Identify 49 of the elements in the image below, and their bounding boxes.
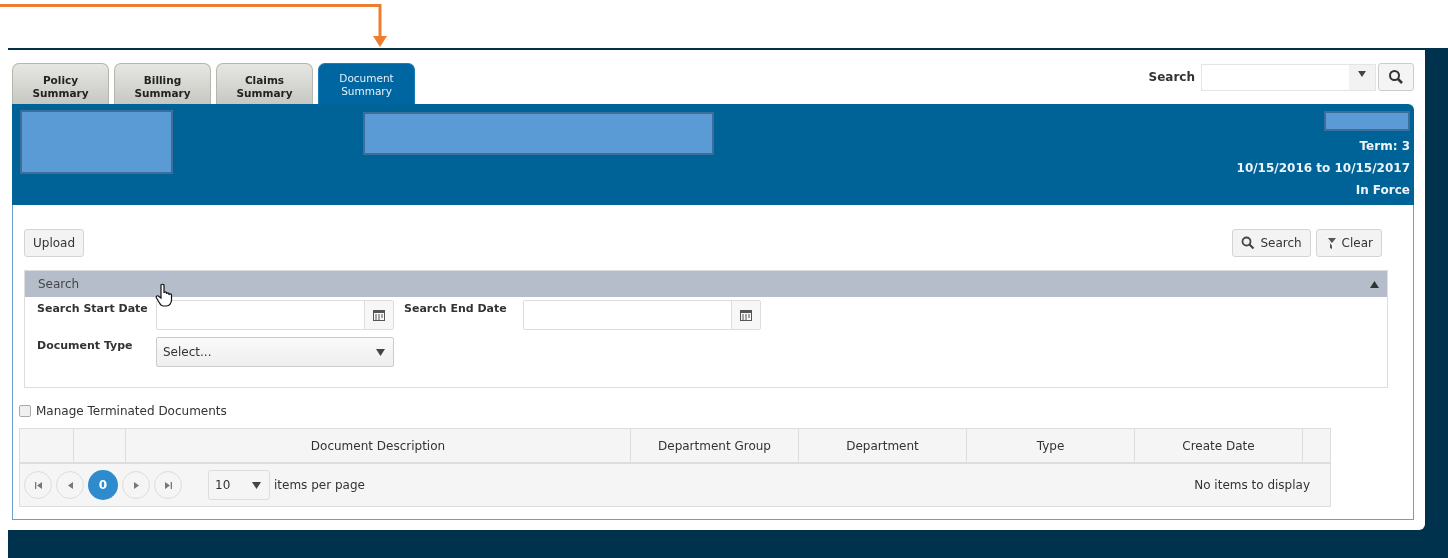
upload-button[interactable]: Upload	[24, 229, 85, 257]
checkbox[interactable]	[19, 405, 31, 417]
page-size-select[interactable]: 10	[208, 470, 270, 500]
dropdown-button[interactable]	[1349, 64, 1375, 90]
last-page-icon	[164, 481, 172, 489]
collapse-arrow-icon[interactable]	[1370, 280, 1379, 288]
search-button[interactable]	[1378, 63, 1414, 91]
policy-status: In Force	[1355, 182, 1410, 199]
search-icon	[1241, 236, 1256, 250]
term-label: Term: 3	[1359, 138, 1410, 155]
tab[interactable]: Document Summary	[318, 63, 415, 104]
page-number[interactable]: 0	[88, 470, 118, 500]
caret-down-icon	[1358, 70, 1366, 77]
select-field[interactable]: Select...	[156, 337, 394, 367]
date-field[interactable]	[156, 300, 394, 330]
column-header: Type	[967, 429, 1135, 462]
field-label: Document Type	[37, 338, 134, 352]
search-field[interactable]	[1201, 63, 1376, 91]
search-icon	[1388, 69, 1404, 85]
checkbox-label: Manage Terminated Documents	[36, 404, 227, 418]
tab[interactable]: Claims Summary	[216, 63, 313, 104]
clear-filter-icon	[1324, 236, 1337, 250]
tab[interactable]: Billing Summary	[114, 63, 211, 104]
pager-status: No items to display	[1194, 478, 1310, 492]
search-label: Search	[1148, 70, 1195, 84]
clear-button[interactable]: Clear	[1315, 229, 1382, 257]
search-button[interactable]: Search	[1232, 229, 1311, 257]
column-header: Department	[799, 429, 967, 462]
pointer-cursor-icon	[155, 283, 175, 307]
field-label: Search End Date	[404, 301, 508, 315]
calendar-button[interactable]	[364, 301, 393, 329]
tab[interactable]: Policy Summary	[12, 63, 109, 104]
field-label: Search Start Date	[37, 301, 149, 315]
date-field[interactable]	[523, 300, 761, 330]
calendar-button[interactable]	[731, 301, 760, 329]
caret-left-icon	[67, 481, 73, 489]
calendar-icon	[373, 309, 385, 321]
column-header: Document Description	[126, 429, 631, 462]
term-period: 10/15/2016 to 10/15/2017	[1236, 160, 1410, 177]
caret-down-icon	[376, 348, 385, 356]
column-header: Department Group	[631, 429, 799, 462]
page-size-label: items per page	[274, 478, 365, 492]
caret-right-icon	[133, 481, 139, 489]
caret-down-icon	[252, 481, 261, 489]
column-header: Create Date	[1135, 429, 1303, 462]
calendar-icon	[740, 309, 752, 321]
panel-header[interactable]: Search	[25, 271, 1387, 297]
first-page-icon	[34, 481, 42, 489]
panel-title: Search	[38, 277, 80, 291]
